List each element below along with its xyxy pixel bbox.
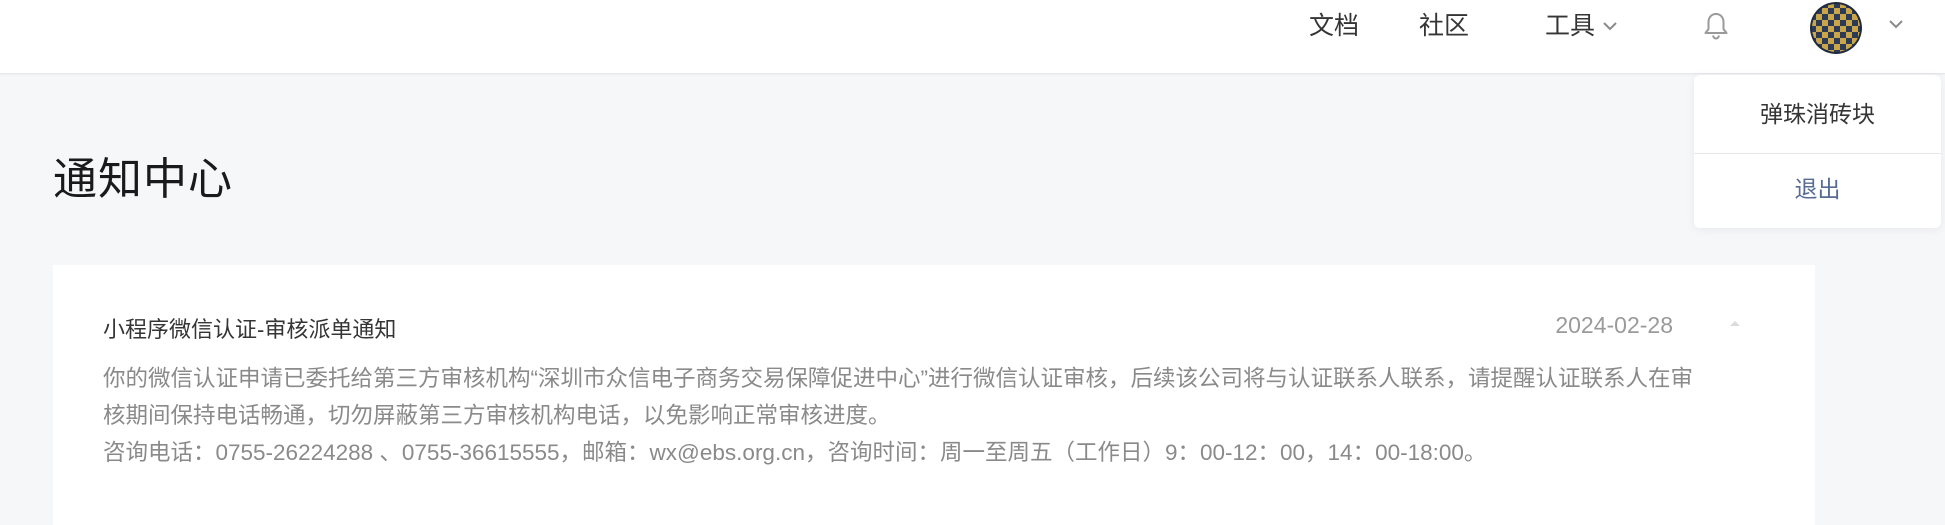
notification-body: 你的微信认证申请已委托给第三方审核机构“深圳市众信电子商务交易保障促进中心”进行… <box>103 360 1703 471</box>
nav-docs-link[interactable]: 文档 <box>1309 0 1359 52</box>
top-navigation-bar: 文档 社区 工具 <box>0 0 1945 74</box>
nav-tools-menu[interactable]: 工具 <box>1545 0 1619 52</box>
notification-body-paragraph: 你的微信认证申请已委托给第三方审核机构“深圳市众信电子商务交易保障促进中心”进行… <box>103 366 1693 428</box>
notification-date: 2024-02-28 <box>1555 312 1673 338</box>
logout-link[interactable]: 退出 <box>1694 154 1941 228</box>
nav-community-link[interactable]: 社区 <box>1419 0 1469 52</box>
notification-title[interactable]: 小程序微信认证-审核派单通知 <box>103 312 396 344</box>
user-avatar[interactable] <box>1810 2 1862 54</box>
nav-tools-label: 工具 <box>1545 12 1596 40</box>
account-name-item[interactable]: 弹珠消砖块 <box>1694 75 1941 153</box>
bell-icon[interactable] <box>1701 11 1731 41</box>
user-dropdown-menu: 弹珠消砖块 退出 <box>1694 75 1941 228</box>
notification-card: 小程序微信认证-审核派单通知 2024-02-28 你的微信认证申请已委托给第三… <box>53 265 1815 525</box>
notification-contact-info: 咨询电话：0755-26224288 、0755-36615555，邮箱：wx@… <box>103 440 1487 465</box>
chevron-down-icon <box>1601 1 1619 53</box>
page-title: 通知中心 <box>53 155 233 204</box>
chevron-down-icon[interactable] <box>1886 14 1906 34</box>
chevron-up-icon[interactable] <box>1725 317 1745 331</box>
